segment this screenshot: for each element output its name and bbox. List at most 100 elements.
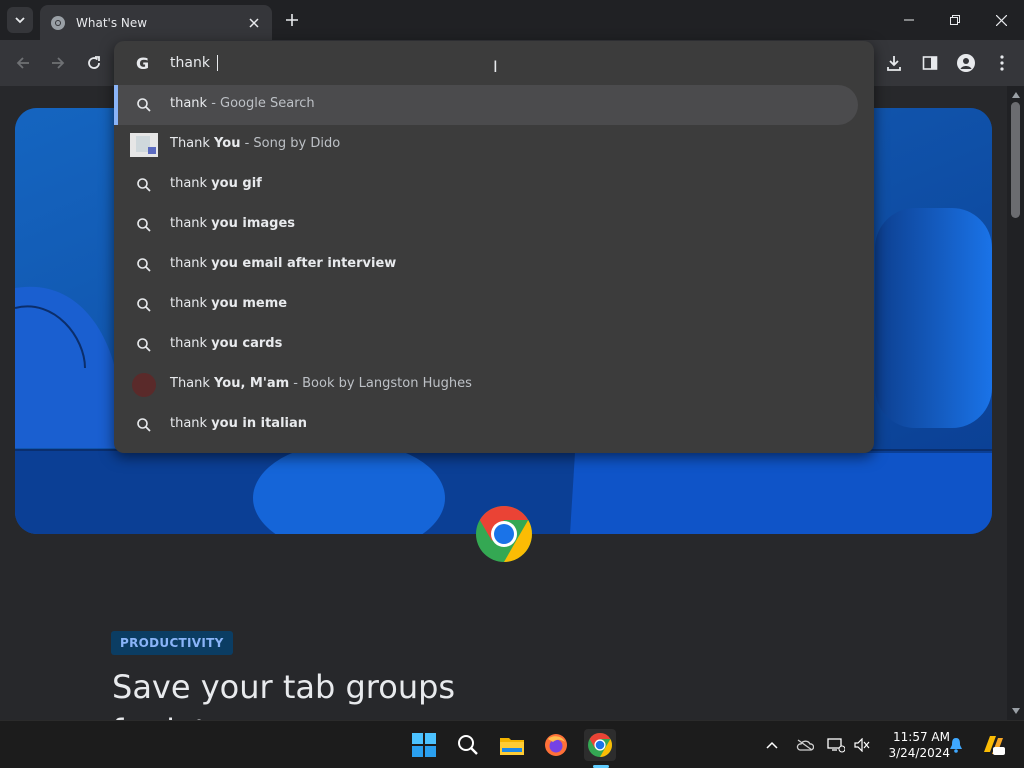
scroll-down-icon[interactable] xyxy=(1007,704,1024,718)
arrow-right-icon xyxy=(52,57,65,69)
suggestion-text: Thank You - Song by Dido xyxy=(170,136,340,151)
file-explorer-button[interactable] xyxy=(496,729,528,761)
text-caret xyxy=(217,55,219,71)
windows-logo-icon xyxy=(412,733,436,757)
chrome-logo-icon xyxy=(476,506,532,562)
plus-icon xyxy=(286,14,298,26)
clock-date: 3/24/2024 xyxy=(888,746,950,760)
new-tab-button[interactable] xyxy=(282,10,302,30)
omnibox-suggestion[interactable]: thank you cards xyxy=(114,325,874,365)
suggestion-completion: you in italian xyxy=(211,416,308,431)
category-badge: PRODUCTIVITY xyxy=(111,631,233,655)
suggestion-text: Thank You, M'am - Book by Langston Hughe… xyxy=(170,376,472,391)
suggestion-text: thank you gif xyxy=(170,176,262,191)
scroll-thumb[interactable] xyxy=(1011,102,1020,218)
side-panel-button[interactable] xyxy=(918,51,942,75)
suggestion-completion: you cards xyxy=(211,336,283,351)
suggestion-prefix: thank xyxy=(170,256,212,271)
suggestion-text: thank you in italian xyxy=(170,416,307,431)
search-icon xyxy=(136,297,152,313)
suggestion-completion: you images xyxy=(211,216,296,231)
side-panel-icon xyxy=(922,56,938,70)
download-icon xyxy=(887,56,901,71)
reload-icon xyxy=(88,56,100,69)
suggestion-text: thank - Google Search xyxy=(170,96,315,111)
suggestion-text: thank you email after interview xyxy=(170,256,396,271)
title-bar: What's New xyxy=(0,0,1024,40)
omnibox-suggestion[interactable]: thank you images xyxy=(114,205,874,245)
search-icon xyxy=(136,177,152,193)
onedrive-icon[interactable] xyxy=(795,735,815,755)
suggestion-prefix: Thank xyxy=(170,136,215,151)
search-button[interactable] xyxy=(452,729,484,761)
omnibox-suggestion[interactable]: thank you meme xyxy=(114,285,874,325)
suggestion-text: thank you cards xyxy=(170,336,282,351)
search-icon xyxy=(136,217,152,233)
suggestion-prefix: thank xyxy=(170,416,212,431)
search-icon xyxy=(136,417,152,433)
suggestion-prefix: thank xyxy=(170,96,208,111)
omnibox-suggestion[interactable]: thank you email after interview xyxy=(114,245,874,285)
suggestion-completion: you email after interview xyxy=(211,256,397,271)
suggestion-text: thank you images xyxy=(170,216,295,231)
tab-close-icon[interactable] xyxy=(246,15,262,31)
search-icon xyxy=(458,735,478,755)
search-icon xyxy=(136,97,152,113)
reload-button[interactable] xyxy=(82,51,106,75)
tab-title: What's New xyxy=(76,15,148,30)
ibeam-cursor-icon: I xyxy=(493,57,498,76)
notification-bell-icon[interactable] xyxy=(946,735,966,755)
restore-icon xyxy=(950,15,960,25)
omnibox-suggestion[interactable]: thank you in italian xyxy=(114,405,874,445)
downloads-button[interactable] xyxy=(882,51,906,75)
omnibox-suggestion[interactable]: thank you gif xyxy=(114,165,874,205)
back-button[interactable] xyxy=(11,51,35,75)
omnibox-dropdown: G thank I thank - Google Search Thank You… xyxy=(114,41,874,453)
scroll-up-icon[interactable] xyxy=(1007,88,1024,102)
windows-taskbar: 11:57 AM 3/24/2024 xyxy=(0,720,1024,768)
suggestion-description: - Google Search xyxy=(207,96,315,111)
google-g-icon: G xyxy=(136,54,150,73)
search-icon xyxy=(136,337,152,353)
chrome-icon xyxy=(588,733,612,757)
kebab-menu-icon xyxy=(1000,55,1004,71)
tab-search-button[interactable] xyxy=(7,7,33,33)
firefox-button[interactable] xyxy=(540,729,572,761)
profile-button[interactable] xyxy=(954,51,978,75)
show-hidden-icons-button[interactable] xyxy=(762,735,782,755)
suggestion-prefix: thank xyxy=(170,296,212,311)
restore-button[interactable] xyxy=(932,0,978,40)
entity-thumbnail-icon xyxy=(130,133,158,157)
forward-button[interactable] xyxy=(46,51,70,75)
chrome-taskbar-button[interactable] xyxy=(584,729,616,761)
suggestion-prefix: thank xyxy=(170,216,212,231)
search-icon xyxy=(136,257,152,273)
copilot-preview-icon[interactable] xyxy=(980,732,1006,758)
profile-avatar-icon xyxy=(957,54,975,72)
close-icon xyxy=(995,14,1007,26)
menu-button[interactable] xyxy=(990,51,1014,75)
network-icon[interactable] xyxy=(826,735,846,755)
close-window-button[interactable] xyxy=(978,0,1024,40)
tab-whats-new[interactable]: What's New xyxy=(40,5,272,40)
clock-time: 11:57 AM xyxy=(893,730,950,744)
start-button[interactable] xyxy=(408,729,440,761)
suggestion-completion: You, M'am xyxy=(214,376,290,391)
minimize-icon xyxy=(904,19,914,21)
address-bar[interactable]: G thank I xyxy=(114,41,874,85)
system-clock[interactable]: 11:57 AM 3/24/2024 xyxy=(876,729,950,761)
address-input[interactable]: thank xyxy=(170,55,219,71)
chevron-down-icon xyxy=(15,17,25,24)
minimize-button[interactable] xyxy=(886,0,932,40)
omnibox-suggestion[interactable]: Thank You, M'am - Book by Langston Hughe… xyxy=(114,365,874,405)
page-scrollbar[interactable] xyxy=(1007,86,1024,720)
omnibox-suggestion[interactable]: thank - Google Search xyxy=(114,85,858,125)
omnibox-suggestion[interactable]: Thank You - Song by Dido xyxy=(114,125,874,165)
page-headline-continued: for later xyxy=(112,712,240,720)
suggestion-prefix: thank xyxy=(170,176,212,191)
suggestion-text: thank you meme xyxy=(170,296,287,311)
volume-muted-icon[interactable] xyxy=(852,735,872,755)
suggestion-description: - Book by Langston Hughes xyxy=(289,376,472,391)
suggestion-prefix: Thank xyxy=(170,376,215,391)
page-headline: Save your tab groups xyxy=(112,668,456,706)
